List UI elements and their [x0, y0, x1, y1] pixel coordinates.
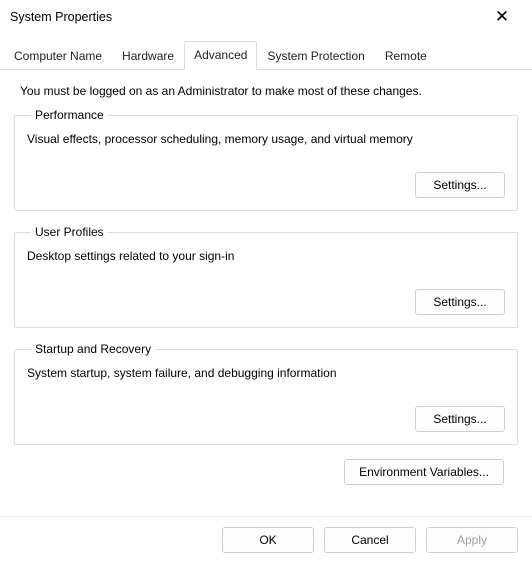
group-startup-recovery-legend: Startup and Recovery: [31, 342, 155, 356]
group-performance-actions: Settings...: [27, 172, 505, 198]
close-icon: ✕: [495, 7, 509, 27]
title-bar: System Properties ✕: [0, 0, 532, 34]
environment-variables-row: Environment Variables...: [14, 459, 518, 485]
performance-settings-button[interactable]: Settings...: [415, 172, 505, 198]
close-button[interactable]: ✕: [482, 3, 522, 31]
group-startup-recovery-actions: Settings...: [27, 406, 505, 432]
tab-content-advanced: You must be logged on as an Administrato…: [0, 70, 532, 489]
group-user-profiles: User Profiles Desktop settings related t…: [14, 225, 518, 328]
group-startup-recovery-desc: System startup, system failure, and debu…: [27, 366, 505, 380]
group-startup-recovery: Startup and Recovery System startup, sys…: [14, 342, 518, 445]
group-performance-desc: Visual effects, processor scheduling, me…: [27, 132, 505, 146]
tab-advanced[interactable]: Advanced: [184, 41, 257, 70]
window-title: System Properties: [10, 10, 112, 24]
ok-button[interactable]: OK: [222, 527, 314, 553]
tab-remote[interactable]: Remote: [375, 42, 437, 70]
apply-button[interactable]: Apply: [426, 527, 518, 553]
group-user-profiles-legend: User Profiles: [31, 225, 108, 239]
tab-computer-name[interactable]: Computer Name: [4, 42, 112, 70]
tab-system-protection[interactable]: System Protection: [257, 42, 374, 70]
tab-strip: Computer Name Hardware Advanced System P…: [0, 34, 532, 70]
startup-recovery-settings-button[interactable]: Settings...: [415, 406, 505, 432]
group-performance-legend: Performance: [31, 108, 108, 122]
group-user-profiles-actions: Settings...: [27, 289, 505, 315]
group-performance: Performance Visual effects, processor sc…: [14, 108, 518, 211]
tab-hardware[interactable]: Hardware: [112, 42, 184, 70]
group-user-profiles-desc: Desktop settings related to your sign-in: [27, 249, 505, 263]
environment-variables-button[interactable]: Environment Variables...: [344, 459, 504, 485]
cancel-button[interactable]: Cancel: [324, 527, 416, 553]
user-profiles-settings-button[interactable]: Settings...: [415, 289, 505, 315]
dialog-footer: OK Cancel Apply: [0, 516, 532, 565]
intro-text: You must be logged on as an Administrato…: [14, 84, 518, 98]
